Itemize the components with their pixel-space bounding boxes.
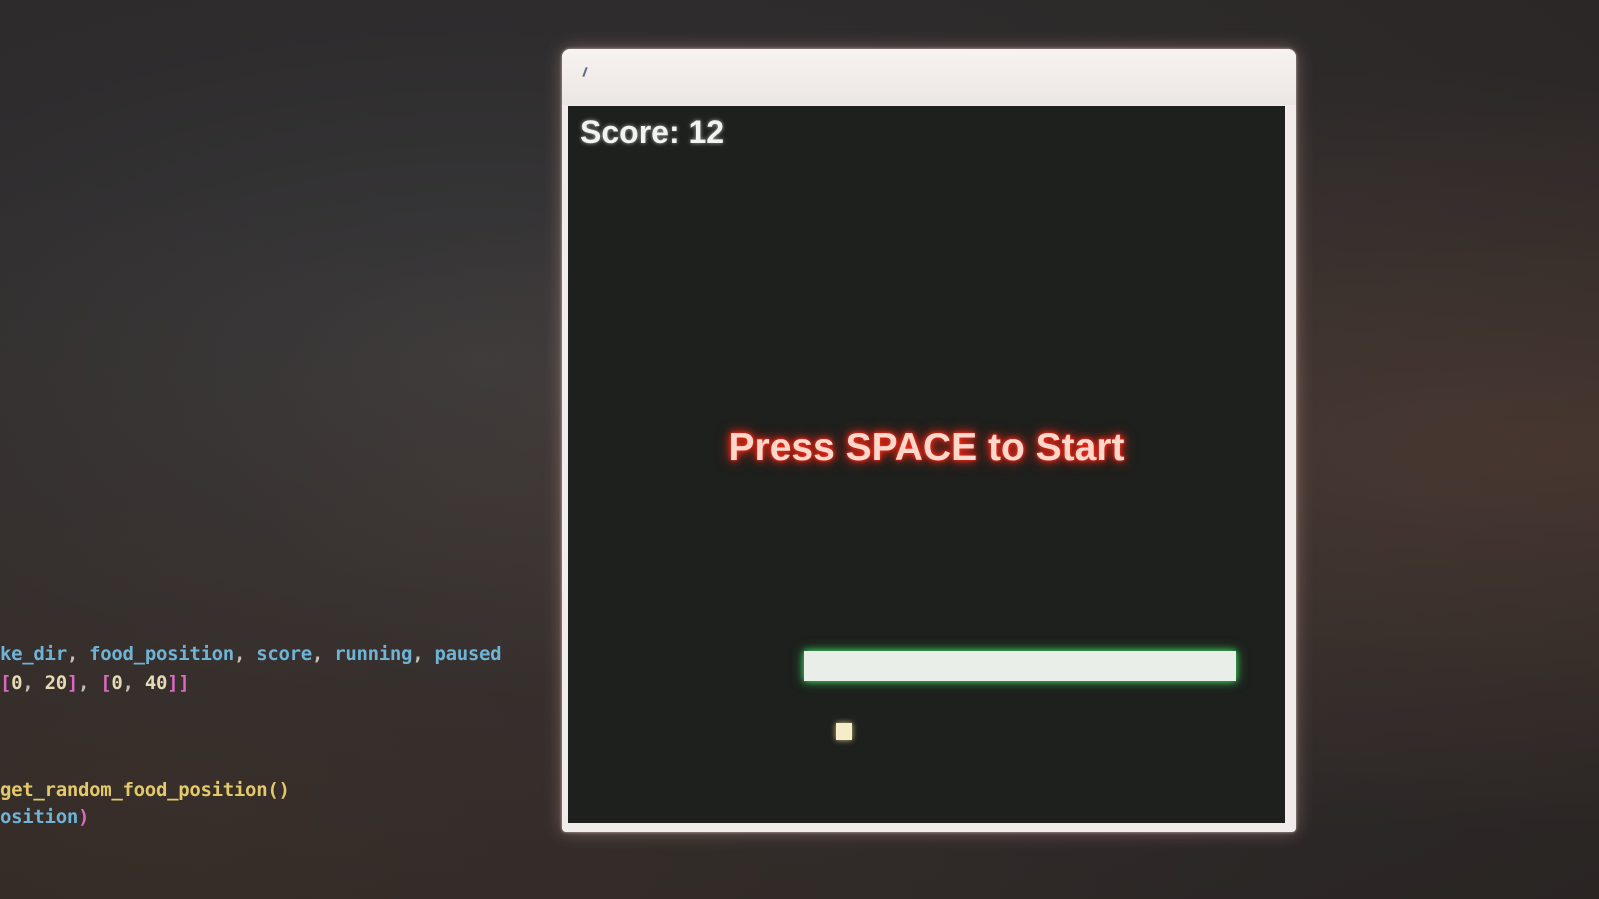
code-token: [ [100,672,112,694]
window-titlebar[interactable] [562,49,1296,105]
code-token: , [22,672,45,694]
score-label: Score: 12 [580,114,725,150]
code-token: , [412,643,435,665]
code-token: ] [167,672,179,694]
code-token: , [66,643,90,665]
code-token: 0 [11,672,23,694]
code-token: , [122,672,145,694]
code-token: , [311,643,335,665]
code-token: paused [434,643,502,665]
code-line-position: osition) [0,806,89,828]
code-line-globals: ke_dir, food_position, score, running, p… [0,643,502,665]
start-prompt: Press SPACE to Start [728,426,1125,469]
code-line-snake-init: [0, 20], [0, 40]] [0,672,190,694]
code-line-food-call: get_random_food_position() [0,779,290,801]
code-token: running [334,643,413,665]
code-token: 0 [111,672,123,694]
code-token: get_random_food_position() [0,779,290,801]
code-token: ] [66,672,78,694]
code-token: , [233,643,257,665]
code-token: , [77,672,101,694]
code-token: ) [77,806,90,828]
code-token: osition [0,806,78,828]
code-token: food_position [89,643,234,665]
game-window: Score: 12 Press SPACE to Start [562,49,1296,832]
food-pellet [836,723,852,740]
code-token: 20 [44,672,68,694]
code-token: [ [0,672,12,694]
snake-body [804,651,1236,681]
code-token: score [256,643,312,665]
code-token: ke_dir [0,643,67,665]
code-token: 40 [144,672,168,694]
game-canvas[interactable]: Score: 12 Press SPACE to Start [568,106,1285,823]
code-token: ] [178,672,190,694]
titlebar-mark [582,66,588,78]
